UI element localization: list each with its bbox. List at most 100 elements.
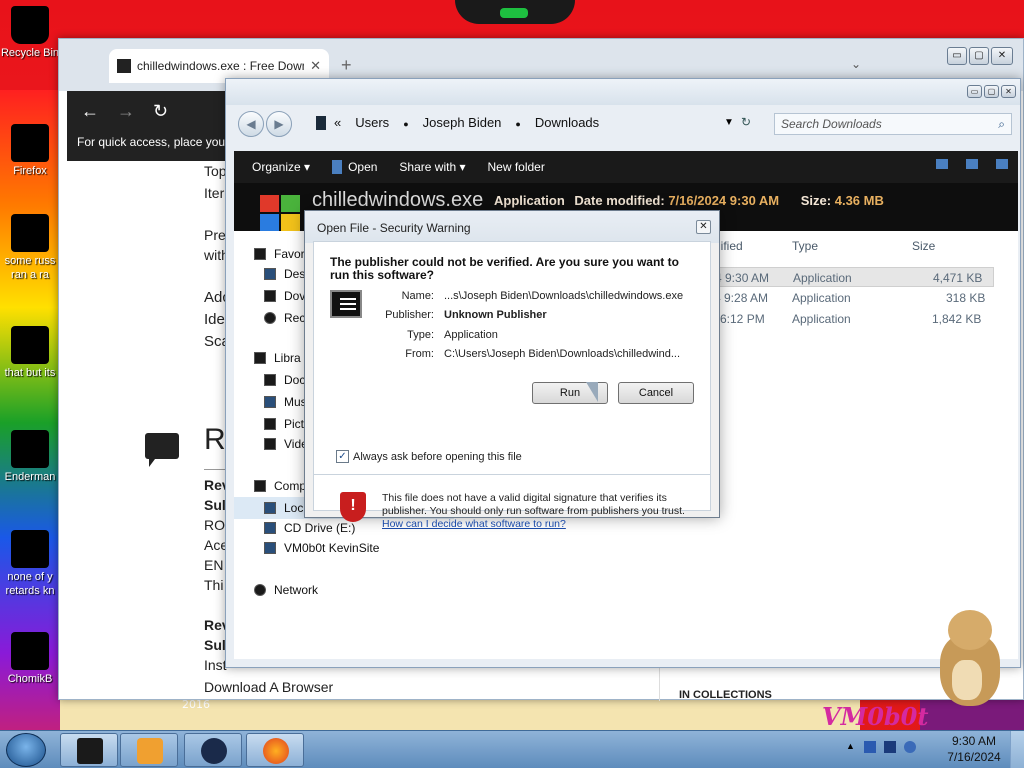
search-icon[interactable]: ⌕ [998,117,1005,132]
maximize-button[interactable]: ▢ [969,47,989,65]
show-desktop-button[interactable] [1010,731,1024,768]
security-warning-dialog: Open File - Security Warning ✕ The publi… [304,210,720,530]
sidebar-item-network[interactable]: Network [254,583,318,597]
view-icon[interactable] [936,159,948,169]
close-button[interactable]: ✕ [1001,85,1016,98]
reload-button[interactable]: ↻ [153,101,168,122]
breadcrumb-downloads[interactable]: Downloads [535,115,599,133]
checkbox-box[interactable]: ✓ [336,450,349,463]
help-link[interactable]: How can I decide what software to run? [382,518,566,530]
divider [314,474,710,475]
desktop-icon-chomik[interactable]: ChomikB [0,632,60,686]
sidebar-item-pictures[interactable]: Pict [264,417,304,431]
desktop-icon-firefox[interactable]: Firefox [0,124,60,178]
always-ask-checkbox[interactable]: ✓ Always ask before opening this file [336,450,522,463]
new-folder-button[interactable]: New folder [487,160,544,174]
page-icon [117,59,131,73]
sidebar-item-libraries[interactable]: Libra [254,351,301,365]
desktop-icon-none-of-y[interactable]: none of y retards kn [0,530,60,598]
breadcrumb-separator[interactable]: ● [403,115,408,133]
forward-button[interactable]: → [117,101,135,122]
cell-type: Application [792,291,851,305]
table-row[interactable]: 4 9:28 AM Application 318 KB [714,288,994,308]
close-button[interactable]: ✕ [991,47,1013,65]
hamster-head [948,610,992,650]
desktop-icon-that-but-its[interactable]: that but its [0,326,60,380]
new-tab-button[interactable]: + [341,55,352,76]
close-tab-icon[interactable]: ✕ [310,58,321,74]
desktop-icon-label: none of y [7,571,53,583]
network-icon[interactable] [864,741,876,753]
share-with-button[interactable]: Share with ▾ [399,160,465,174]
back-button[interactable]: ← [81,101,99,122]
taskbar: ▲ 9:30 AM 7/16/2024 [0,730,1024,768]
desktop-icon-russian[interactable]: some russ ran a ra [0,214,60,282]
taskbar-item-globe[interactable] [184,733,242,767]
table-row[interactable]: 4 9:30 AM Application 4,471 KB [714,267,994,287]
preview-pane-icon[interactable] [966,159,978,169]
cell-modified: 4 9:30 AM [715,271,770,285]
column-header-type[interactable]: Type [792,239,818,253]
taskbar-item-firefox[interactable] [246,733,304,767]
desktop-icon-recycle-bin[interactable]: Recycle Bin [0,6,60,60]
sidebar-item-favorites[interactable]: Favor [254,247,305,261]
breadcrumb-separator[interactable]: ● [515,115,520,133]
sidebar-item-music[interactable]: Mus [264,395,307,409]
column-header-size[interactable]: Size [912,239,935,253]
back-button[interactable]: ◀ [238,111,264,137]
sidebar-item-recent[interactable]: Rec [264,311,305,325]
window-controls: ▭ ▢ ✕ [967,85,1016,98]
address-dropdown-icon[interactable]: ▼ [724,117,734,128]
refresh-icon[interactable]: ↻ [741,115,751,129]
sidebar-label: Doc [284,373,306,387]
recent-icon [264,312,276,324]
display-icon[interactable] [884,741,896,753]
sidebar-item-documents[interactable]: Doc [264,373,305,387]
sidebar-item-computer[interactable]: Comp [254,479,306,493]
dialog-close-button[interactable]: ✕ [696,220,711,234]
start-button[interactable] [6,733,46,767]
cancel-button[interactable]: Cancel [618,382,694,404]
sidebar-item-cd-drive[interactable]: CD Drive (E:) [264,521,355,535]
sidebar-item-network-drive[interactable]: VM0b0t KevinSite [264,541,379,555]
breadcrumb-joseph-biden[interactable]: Joseph Biden [423,115,502,133]
taskbar-item-media-player[interactable] [120,733,178,767]
maximize-button[interactable]: ▢ [984,85,999,98]
table-row[interactable]: 6:12 PM Application 1,842 KB [714,309,994,329]
taskbar-item-explorer[interactable] [60,733,118,767]
breadcrumb-users[interactable]: Users [355,115,389,133]
wallpaper-logo: VM0b0t [822,702,929,731]
desktop-icon-label: that but its [4,367,56,379]
tab-list-button[interactable]: ⌄ [851,57,861,71]
search-input[interactable]: Search Downloads ⌕ [774,113,1012,135]
breadcrumb-prefix[interactable]: « [334,115,341,133]
collections-heading: IN COLLECTIONS [679,689,772,701]
help-icon[interactable] [996,159,1008,169]
clock-date: 7/16/2024 [947,750,1001,764]
forward-button[interactable]: ▶ [266,111,292,137]
page-text: Iter [204,185,225,201]
downloads-icon [264,290,276,302]
show-hidden-icons-button[interactable]: ▲ [846,741,856,753]
breadcrumb: « Users ● Joseph Biden ● Downloads [334,115,599,133]
sidebar-label: Dov [284,289,306,303]
pictures-icon [264,418,276,430]
minimize-button[interactable]: ▭ [967,85,982,98]
sidebar-item-desktop[interactable]: Des [264,267,305,281]
volume-icon[interactable] [904,741,916,753]
videos-icon [264,438,276,450]
open-button[interactable]: Open [332,160,377,174]
desktop-icon-enderman[interactable]: Enderman [0,430,60,484]
field-label-type: Type: [407,329,434,341]
desktop-icon-label: ChomikB [7,673,53,685]
minimize-button[interactable]: ▭ [947,47,967,65]
sidebar-item-videos[interactable]: Vide [264,437,308,451]
review-text: Download A Browser [204,679,334,695]
desktop-icon-label: ran a ra [11,269,49,281]
organize-button[interactable]: Organize ▾ [252,160,310,174]
sidebar-item-downloads[interactable]: Dov [264,289,305,303]
network-icon [254,584,266,596]
documents-icon [264,374,276,386]
file-icon [11,326,49,364]
clock[interactable]: 9:30 AM 7/16/2024 [946,733,1002,765]
